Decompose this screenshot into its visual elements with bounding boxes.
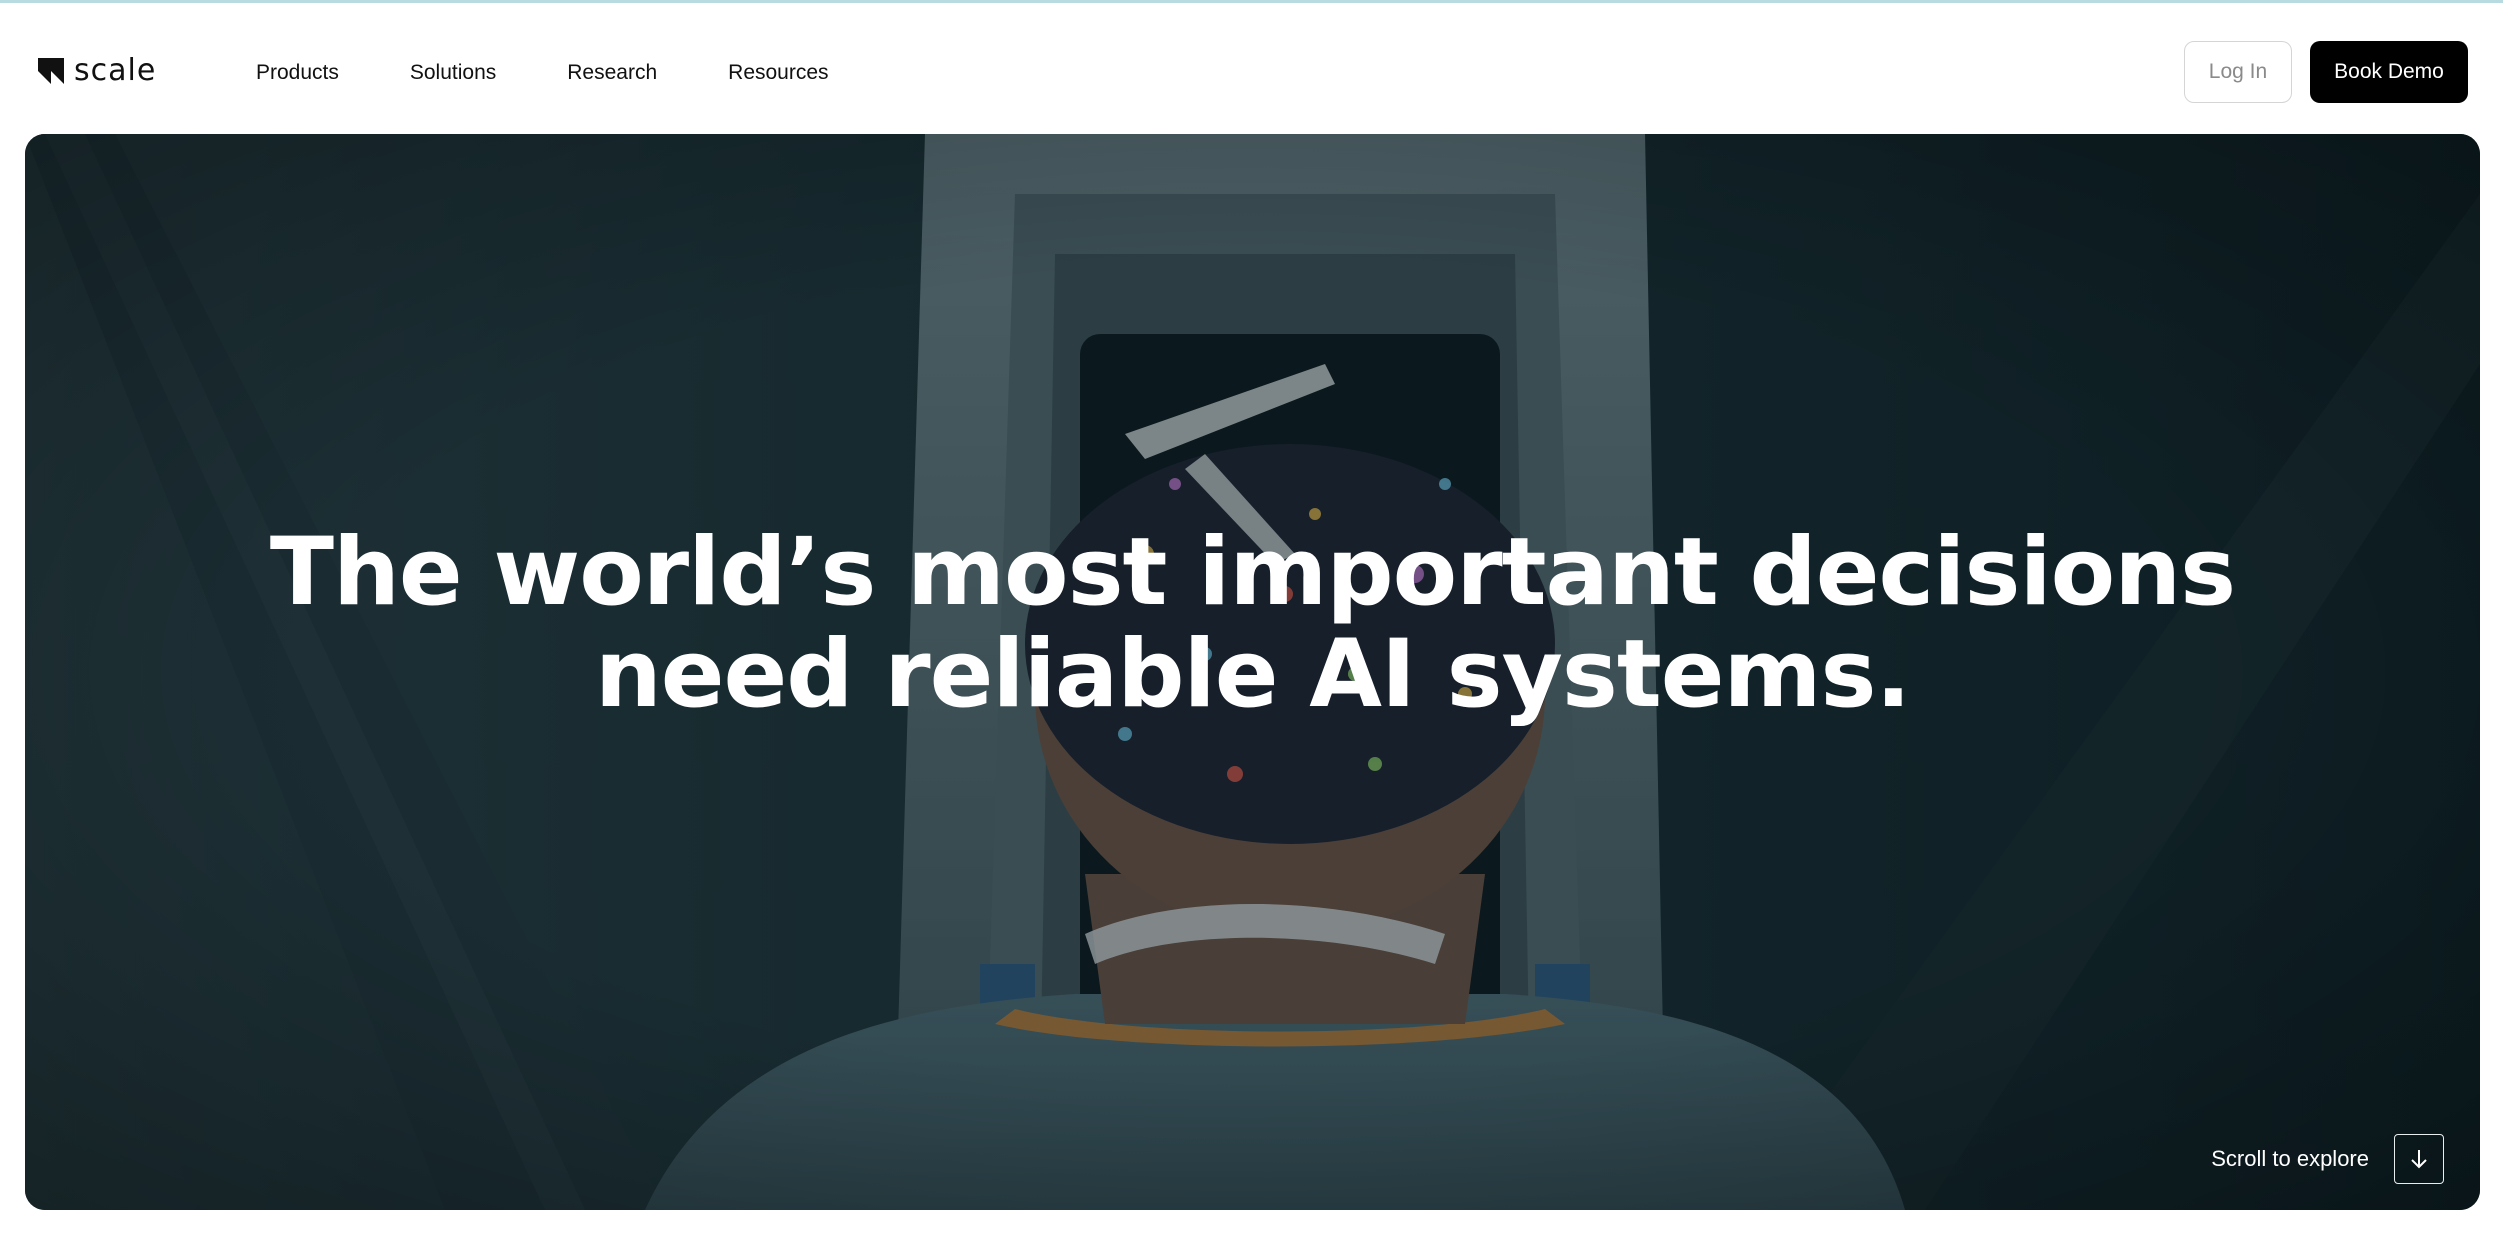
book-demo-button[interactable]: Book Demo bbox=[2310, 41, 2468, 103]
nav-item-solutions[interactable]: Solutions bbox=[410, 55, 496, 91]
nav-item-products[interactable]: Products bbox=[256, 55, 339, 91]
hero-headline-line-1: The world’s most important decisions bbox=[269, 518, 2236, 627]
hero-headline: The world’s most important decisions nee… bbox=[25, 522, 2480, 726]
scroll-down-button[interactable] bbox=[2394, 1134, 2444, 1184]
scale-mark-icon bbox=[38, 58, 64, 84]
primary-nav: Products Solutions Research Resources bbox=[256, 55, 900, 91]
nav-item-resources[interactable]: Resources bbox=[728, 55, 828, 91]
scroll-to-explore[interactable]: Scroll to explore bbox=[2211, 1134, 2444, 1184]
login-button[interactable]: Log In bbox=[2184, 41, 2292, 103]
arrow-down-icon bbox=[2411, 1150, 2427, 1169]
hero-banner: The world’s most important decisions nee… bbox=[25, 134, 2480, 1210]
nav-item-research[interactable]: Research bbox=[567, 55, 657, 91]
site-header: scale Products Solutions Research Resour… bbox=[0, 3, 2503, 134]
hero-headline-line-2: need reliable AI systems. bbox=[594, 620, 1911, 729]
scroll-label: Scroll to explore bbox=[2211, 1146, 2369, 1171]
brand-logo[interactable]: scale bbox=[38, 56, 156, 86]
brand-wordmark: scale bbox=[74, 53, 157, 88]
